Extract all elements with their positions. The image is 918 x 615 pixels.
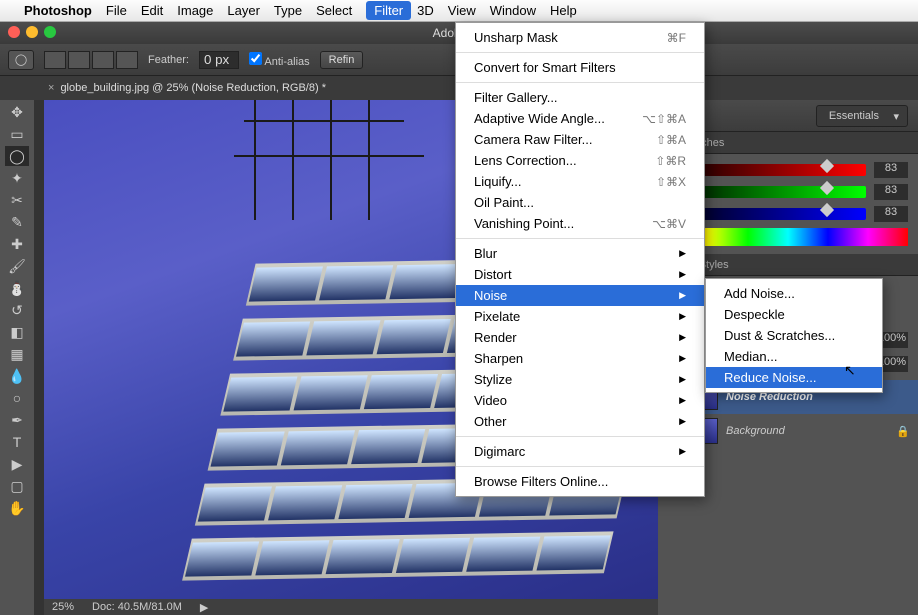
- menu-item-vanishing-point[interactable]: Vanishing Point...⌥⌘V: [456, 213, 704, 234]
- menu-item-digimarc[interactable]: Digimarc: [456, 441, 704, 462]
- history-brush-tool-icon[interactable]: ↺: [5, 300, 29, 320]
- magic-wand-tool-icon[interactable]: ✦: [5, 168, 29, 188]
- refine-edge-button[interactable]: Refin: [320, 51, 364, 69]
- menu-image[interactable]: Image: [177, 3, 213, 18]
- path-selection-tool-icon[interactable]: ▶: [5, 454, 29, 474]
- hand-tool-icon[interactable]: ✋: [5, 498, 29, 518]
- menu-file[interactable]: File: [106, 3, 127, 18]
- minimize-icon[interactable]: [26, 26, 38, 38]
- menu-item-convert-smart[interactable]: Convert for Smart Filters: [456, 57, 704, 78]
- eraser-tool-icon[interactable]: ◧: [5, 322, 29, 342]
- zoom-icon[interactable]: [44, 26, 56, 38]
- menu-window[interactable]: Window: [490, 3, 536, 18]
- menu-item-other[interactable]: Other: [456, 411, 704, 432]
- workspace-dropdown[interactable]: Essentials: [816, 105, 908, 127]
- selection-new-icon[interactable]: [44, 51, 66, 69]
- selection-subtract-icon[interactable]: [92, 51, 114, 69]
- menu-select[interactable]: Select: [316, 3, 352, 18]
- brush-tool-icon[interactable]: 🖌: [5, 256, 29, 276]
- menu-edit[interactable]: Edit: [141, 3, 163, 18]
- menu-item-video[interactable]: Video: [456, 390, 704, 411]
- clone-stamp-tool-icon[interactable]: ⛄: [5, 278, 29, 298]
- mouse-cursor-icon: ↖: [844, 362, 856, 379]
- menu-item-render[interactable]: Render: [456, 327, 704, 348]
- document-tab-close-icon[interactable]: ×: [48, 82, 54, 94]
- menu-item-blur[interactable]: Blur: [456, 243, 704, 264]
- healing-brush-tool-icon[interactable]: ✚: [5, 234, 29, 254]
- app-name[interactable]: Photoshop: [24, 3, 92, 18]
- marquee-tool-icon[interactable]: ▭: [5, 124, 29, 144]
- blue-value[interactable]: 83: [874, 206, 908, 222]
- close-icon[interactable]: [8, 26, 20, 38]
- macos-menubar: Photoshop File Edit Image Layer Type Sel…: [0, 0, 918, 22]
- feather-input[interactable]: [199, 51, 239, 69]
- selection-add-icon[interactable]: [68, 51, 90, 69]
- traffic-lights: [8, 26, 56, 38]
- feather-label: Feather:: [148, 54, 189, 66]
- menu-item-noise[interactable]: Noise: [456, 285, 704, 306]
- menu-type[interactable]: Type: [274, 3, 302, 18]
- pen-tool-icon[interactable]: ✒: [5, 410, 29, 430]
- menu-item-camera-raw[interactable]: Camera Raw Filter...⇧⌘A: [456, 129, 704, 150]
- lasso-tool-preset-icon[interactable]: ◯: [8, 50, 34, 70]
- document-tab[interactable]: globe_building.jpg @ 25% (Noise Reductio…: [60, 82, 326, 94]
- rectangle-tool-icon[interactable]: ▢: [5, 476, 29, 496]
- statusbar-arrow-icon[interactable]: ▶: [200, 601, 208, 614]
- filter-menu: Unsharp Mask⌘F Convert for Smart Filters…: [455, 22, 705, 497]
- green-value[interactable]: 83: [874, 184, 908, 200]
- menu-item-sharpen[interactable]: Sharpen: [456, 348, 704, 369]
- menu-view[interactable]: View: [448, 3, 476, 18]
- menu-item-distort[interactable]: Distort: [456, 264, 704, 285]
- menu-item-stylize[interactable]: Stylize: [456, 369, 704, 390]
- canvas-statusbar: 25% Doc: 40.5M/81.0M ▶: [44, 599, 658, 615]
- submenu-dust-scratches[interactable]: Dust & Scratches...: [706, 325, 882, 346]
- menu-item-browse-filters[interactable]: Browse Filters Online...: [456, 471, 704, 492]
- menu-help[interactable]: Help: [550, 3, 577, 18]
- toolbox: ✥ ▭ ◯ ✦ ✂ ✎ ✚ 🖌 ⛄ ↺ ◧ ▦ 💧 ○ ✒ T ▶ ▢ ✋: [0, 100, 34, 615]
- menu-item-filter-gallery[interactable]: Filter Gallery...: [456, 87, 704, 108]
- lock-icon[interactable]: 🔒: [896, 425, 910, 438]
- antialias-checkbox[interactable]: Anti-alias: [249, 52, 310, 68]
- move-tool-icon[interactable]: ✥: [5, 102, 29, 122]
- type-tool-icon[interactable]: T: [5, 432, 29, 452]
- menu-item-liquify[interactable]: Liquify...⇧⌘X: [456, 171, 704, 192]
- crop-tool-icon[interactable]: ✂: [5, 190, 29, 210]
- layer-name[interactable]: Background: [726, 425, 785, 437]
- lasso-tool-icon[interactable]: ◯: [5, 146, 29, 166]
- menu-3d[interactable]: 3D: [417, 3, 434, 18]
- menu-filter[interactable]: Filter: [366, 1, 411, 20]
- menu-item-pixelate[interactable]: Pixelate: [456, 306, 704, 327]
- submenu-despeckle[interactable]: Despeckle: [706, 304, 882, 325]
- menu-layer[interactable]: Layer: [227, 3, 260, 18]
- submenu-add-noise[interactable]: Add Noise...: [706, 283, 882, 304]
- eyedropper-tool-icon[interactable]: ✎: [5, 212, 29, 232]
- selection-intersect-icon[interactable]: [116, 51, 138, 69]
- doc-size: Doc: 40.5M/81.0M: [92, 601, 182, 613]
- menu-item-last-filter[interactable]: Unsharp Mask⌘F: [456, 27, 704, 48]
- dodge-tool-icon[interactable]: ○: [5, 388, 29, 408]
- menu-item-lens-correction[interactable]: Lens Correction...⇧⌘R: [456, 150, 704, 171]
- menu-item-adaptive-wide-angle[interactable]: Adaptive Wide Angle...⌥⇧⌘A: [456, 108, 704, 129]
- menu-item-oil-paint[interactable]: Oil Paint...: [456, 192, 704, 213]
- blur-tool-icon[interactable]: 💧: [5, 366, 29, 386]
- noise-submenu: Add Noise... Despeckle Dust & Scratches.…: [705, 278, 883, 393]
- gradient-tool-icon[interactable]: ▦: [5, 344, 29, 364]
- red-value[interactable]: 83: [874, 162, 908, 178]
- zoom-level[interactable]: 25%: [52, 601, 74, 613]
